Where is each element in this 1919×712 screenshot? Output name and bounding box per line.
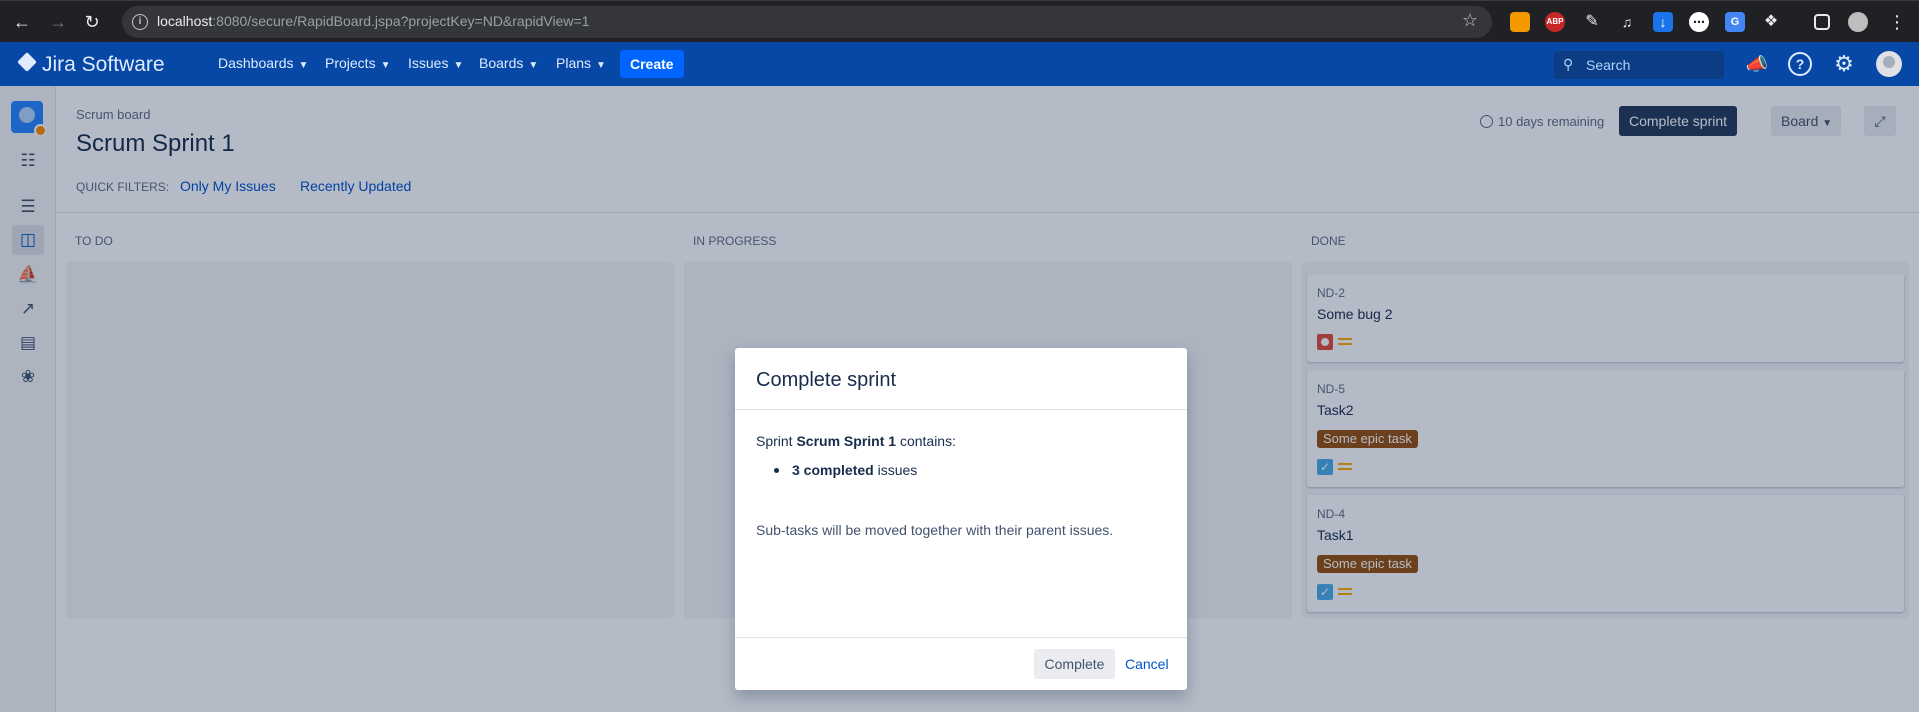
- forward-icon[interactable]: →: [46, 10, 70, 34]
- url-text[interactable]: localhost:8080/secure/RapidBoard.jspa?pr…: [157, 13, 589, 29]
- headphones-extension-icon[interactable]: ♫: [1617, 12, 1637, 32]
- complete-sprint-dialog: Complete sprint Sprint Scrum Sprint 1 co…: [735, 348, 1187, 690]
- menu-boards[interactable]: Boards ▼: [479, 55, 538, 71]
- completed-issues-item: 3 completed issues: [774, 462, 917, 478]
- adblock-extension-icon[interactable]: ABP: [1545, 12, 1565, 32]
- side-panel-icon[interactable]: [1814, 14, 1830, 30]
- jira-logo[interactable]: Jira Software: [17, 52, 165, 77]
- gear-icon[interactable]: ⚙: [1832, 52, 1856, 76]
- chevron-down-icon: ▼: [380, 60, 391, 71]
- create-button[interactable]: Create: [620, 50, 684, 78]
- back-icon[interactable]: ←: [10, 10, 34, 34]
- menu-plans-label: Plans: [556, 55, 592, 71]
- search-placeholder: Search: [1586, 57, 1631, 73]
- menu-boards-label: Boards: [479, 55, 524, 71]
- url-host: localhost: [157, 13, 213, 29]
- user-avatar[interactable]: [1876, 51, 1902, 77]
- subtasks-note: Sub-tasks will be moved together with th…: [756, 522, 1114, 538]
- jira-top-nav: Jira Software Dashboards ▼ Projects ▼ Issu…: [0, 42, 1919, 86]
- chevron-down-icon: ▼: [453, 60, 464, 71]
- bookmark-star-icon[interactable]: ☆: [1462, 10, 1478, 31]
- pen-extension-icon[interactable]: ✎: [1582, 12, 1602, 32]
- jira-logo-text: Jira Software: [42, 53, 165, 76]
- address-bar[interactable]: i localhost:8080/secure/RapidBoard.jspa?…: [122, 6, 1492, 38]
- menu-dashboards-label: Dashboards: [218, 55, 294, 71]
- translate-extension-icon[interactable]: G: [1725, 12, 1745, 32]
- contains-text: contains:: [899, 433, 956, 449]
- browser-menu-icon[interactable]: ⋮: [1885, 10, 1909, 34]
- menu-projects-label: Projects: [325, 55, 376, 71]
- issues-text: issues: [877, 462, 918, 478]
- profile-avatar-icon[interactable]: [1848, 12, 1868, 32]
- sprint-prefix: Sprint: [756, 433, 793, 449]
- dialog-title: Complete sprint: [756, 369, 897, 391]
- chevron-down-icon: ▼: [596, 60, 606, 71]
- jira-diamond-icon: [17, 52, 37, 72]
- sprint-name: Scrum Sprint 1: [796, 433, 897, 449]
- menu-plans[interactable]: Plans ▼: [556, 55, 606, 71]
- reload-icon[interactable]: ↻: [80, 10, 104, 34]
- menu-issues-label: Issues: [408, 55, 449, 71]
- search-input[interactable]: ⚲ Search: [1554, 51, 1724, 79]
- dialog-footer-divider: [735, 637, 1187, 638]
- puzzle-extensions-icon[interactable]: ❖: [1761, 12, 1781, 32]
- download-extension-icon[interactable]: ↓: [1653, 12, 1673, 32]
- dialog-summary: Sprint Scrum Sprint 1 contains:: [756, 433, 956, 449]
- bullet-icon: [774, 468, 779, 473]
- help-icon[interactable]: ?: [1788, 52, 1812, 76]
- extension-shield-icon[interactable]: [1510, 12, 1530, 32]
- menu-projects[interactable]: Projects ▼: [325, 55, 390, 71]
- megaphone-icon[interactable]: 📣: [1745, 52, 1769, 76]
- completed-count: 3 completed: [792, 462, 874, 478]
- complete-button[interactable]: Complete: [1034, 649, 1115, 679]
- chevron-down-icon: ▼: [298, 60, 309, 71]
- cancel-button[interactable]: Cancel: [1125, 649, 1169, 679]
- url-path: :8080/secure/RapidBoard.jspa?projectKey=…: [212, 13, 590, 29]
- search-icon: ⚲: [1563, 56, 1574, 72]
- site-info-icon[interactable]: i: [132, 14, 148, 30]
- menu-dashboards[interactable]: Dashboards ▼: [218, 55, 308, 71]
- browser-toolbar: ← → ↻ i localhost:8080/secure/RapidBoard…: [0, 0, 1919, 42]
- dialog-divider: [735, 409, 1187, 410]
- ellipsis-extension-icon[interactable]: ⋯: [1689, 12, 1709, 32]
- menu-issues[interactable]: Issues ▼: [408, 55, 463, 71]
- chevron-down-icon: ▼: [528, 60, 539, 71]
